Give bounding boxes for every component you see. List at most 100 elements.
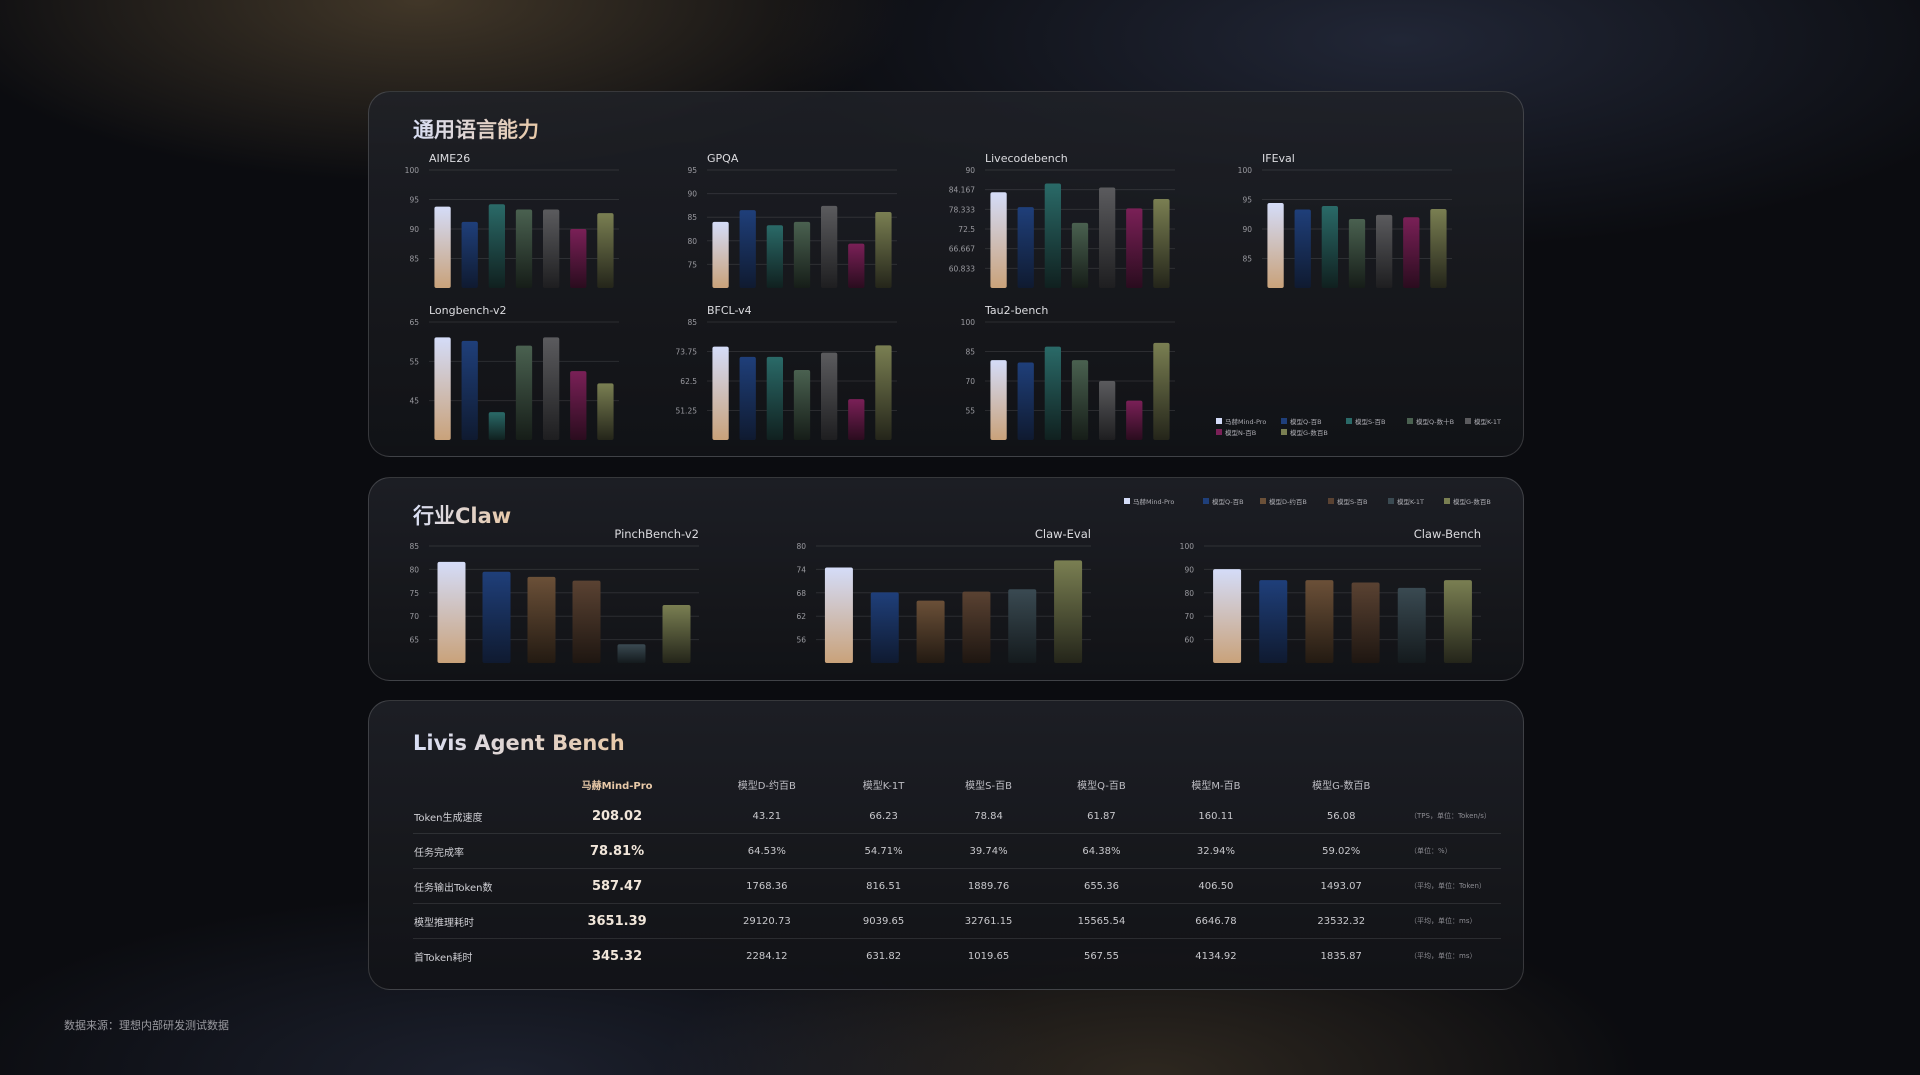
table-cell: 631.82 bbox=[866, 950, 902, 962]
chart-aime26: AIME26 100 95 90 85 bbox=[405, 152, 619, 288]
table-cell: 43.21 bbox=[699, 799, 835, 834]
y-tick-label: 60.833 bbox=[949, 264, 975, 273]
legend-label: 模型K-1T bbox=[1397, 497, 1424, 506]
table-cell: 655.36 bbox=[1044, 868, 1159, 904]
row-label-header bbox=[413, 769, 535, 799]
table-cell: 39.74% bbox=[932, 833, 1045, 869]
table-cell: 1889.76 bbox=[932, 868, 1045, 904]
y-tick-label: 60 bbox=[1184, 636, 1194, 645]
table-cell: 816.51 bbox=[834, 868, 933, 904]
y-tick-label: 85 bbox=[409, 542, 419, 551]
table-cell: 2284.12 bbox=[746, 950, 788, 962]
table-cell: 29120.73 bbox=[699, 903, 835, 939]
bar-模型N-百B bbox=[1403, 217, 1420, 288]
legend-swatch bbox=[1124, 498, 1130, 504]
unit-note: （单位：%） bbox=[1409, 833, 1501, 869]
table-row: 模型推理耗时 3651.39 29120.73 9039.65 32761.15 1556… bbox=[413, 903, 1501, 939]
bar-模型Q-数十B bbox=[1071, 360, 1089, 440]
chart-gpqa: GPQA 95 90 85 80 75 bbox=[687, 152, 897, 288]
table-cell: 78.84 bbox=[932, 799, 1045, 834]
y-tick-label: 70 bbox=[409, 612, 419, 621]
y-tick-label: 80 bbox=[1184, 589, 1194, 598]
y-tick-label: 85 bbox=[1242, 255, 1252, 264]
bar-模型N-百B bbox=[848, 243, 865, 288]
bar-模型K-1T bbox=[1376, 214, 1393, 288]
bar-马赫Mind-Pro bbox=[990, 360, 1007, 440]
bar-马赫Mind-Pro bbox=[1267, 203, 1284, 288]
bar-模型Q-百B bbox=[1259, 580, 1288, 663]
table-cell: 32.94% bbox=[1158, 833, 1274, 869]
legend-label: 马赫Mind-Pro bbox=[1133, 498, 1174, 506]
bar-模型Q-百B bbox=[461, 221, 478, 288]
column-header: 马赫Mind-Pro bbox=[581, 780, 653, 792]
legend-label: 模型Q-百B bbox=[1212, 497, 1244, 506]
column-header: 模型G-数百B bbox=[1312, 780, 1371, 792]
bar-模型S-百B bbox=[1044, 183, 1061, 288]
bar-马赫Mind-Pro bbox=[824, 567, 853, 663]
table-cell: 406.50 bbox=[1158, 868, 1274, 904]
table-cell: 56.08 bbox=[1273, 799, 1409, 834]
y-tick-label: 65 bbox=[409, 636, 419, 645]
unit-note: （TPS，单位：Token/s） bbox=[1409, 799, 1501, 834]
bar-模型K-1T bbox=[543, 209, 560, 288]
legend-label: 模型N-百B bbox=[1225, 428, 1256, 437]
bar-模型G-数百B bbox=[875, 345, 892, 440]
y-tick-label: 74 bbox=[796, 565, 806, 574]
y-tick-label: 78.333 bbox=[949, 205, 975, 214]
table-cell: 64.38% bbox=[1044, 833, 1159, 869]
bar-马赫Mind-Pro bbox=[712, 221, 729, 288]
chart-longbench-v2: Longbench-v2 65 55 45 bbox=[409, 304, 619, 440]
table-header-row: 马赫Mind-Pro 模型D-约百B 模型K-1T 模型S-百B 模型Q-百B … bbox=[413, 769, 1501, 799]
legend: 马赫Mind-Pro 模型Q-百B 模型D-约百B 模型S-百B 模型K-1T 模型G-数… bbox=[1124, 497, 1491, 506]
bar-模型Q-数十B bbox=[793, 369, 811, 440]
y-tick-label: 62 bbox=[796, 612, 806, 621]
y-tick-label: 80 bbox=[687, 237, 697, 246]
unit-note: （平均，单位：ms） bbox=[1410, 952, 1477, 960]
y-tick-label: 100 bbox=[961, 318, 976, 327]
legend-label: 马赫Mind-Pro bbox=[1225, 418, 1266, 426]
bar-模型K-1T bbox=[1397, 587, 1426, 663]
bar-模型Q-百B bbox=[739, 356, 756, 440]
y-tick-label: 90 bbox=[409, 225, 419, 234]
y-tick-label: 66.667 bbox=[949, 245, 975, 254]
chart-title: Claw-Bench bbox=[1414, 527, 1481, 541]
y-tick-label: 70 bbox=[1184, 612, 1194, 621]
y-tick-label: 85 bbox=[965, 348, 975, 357]
bar-模型S-百B bbox=[766, 225, 783, 288]
bar-马赫Mind-Pro bbox=[990, 192, 1007, 288]
bar-马赫Mind-Pro bbox=[434, 337, 451, 440]
legend-swatch bbox=[1281, 429, 1287, 435]
y-tick-label: 95 bbox=[687, 166, 697, 175]
bar-模型N-百B bbox=[1126, 400, 1143, 440]
panel-title: Livis Agent Bench bbox=[413, 731, 625, 755]
y-tick-label: 85 bbox=[687, 213, 697, 222]
bar-模型Q-百B bbox=[461, 340, 478, 440]
bar-模型G-数百B bbox=[1430, 208, 1447, 288]
bar-模型G-数百B bbox=[597, 383, 614, 440]
table-cell: 1768.36 bbox=[699, 868, 835, 904]
table-cell: 208.02 bbox=[535, 799, 700, 834]
row-label: 模型推理耗时 bbox=[413, 903, 535, 939]
bar-模型K-1T bbox=[617, 644, 646, 663]
y-tick-label: 70 bbox=[965, 377, 975, 386]
column-header: 模型S-百B bbox=[965, 780, 1012, 792]
bar-模型K-1T bbox=[1099, 381, 1116, 440]
bar-马赫Mind-Pro bbox=[712, 346, 729, 440]
bar-模型S-百B bbox=[766, 356, 783, 440]
bar-马赫Mind-Pro bbox=[437, 561, 466, 663]
table-cell: 64.53% bbox=[699, 833, 835, 869]
table-cell: 32761.15 bbox=[932, 903, 1045, 939]
y-tick-label: 51.25 bbox=[676, 407, 698, 416]
legend-swatch bbox=[1203, 498, 1209, 504]
y-tick-label: 95 bbox=[409, 196, 419, 205]
bar-模型Q-数十B bbox=[1348, 218, 1366, 288]
chart-title: AIME26 bbox=[429, 152, 470, 165]
y-tick-label: 100 bbox=[1238, 166, 1253, 175]
y-tick-label: 55 bbox=[965, 407, 975, 416]
legend: 马赫Mind-Pro 模型Q-百B 模型S-百B 模型Q-数十B 模型K-1T 模型N-百… bbox=[1216, 417, 1501, 437]
bar-模型S-百B bbox=[488, 412, 505, 440]
y-tick-label: 85 bbox=[409, 255, 419, 264]
bar-模型Q-百B bbox=[870, 592, 899, 663]
bar-模型S-百B bbox=[488, 204, 505, 288]
chart-title: Longbench-v2 bbox=[429, 304, 507, 317]
